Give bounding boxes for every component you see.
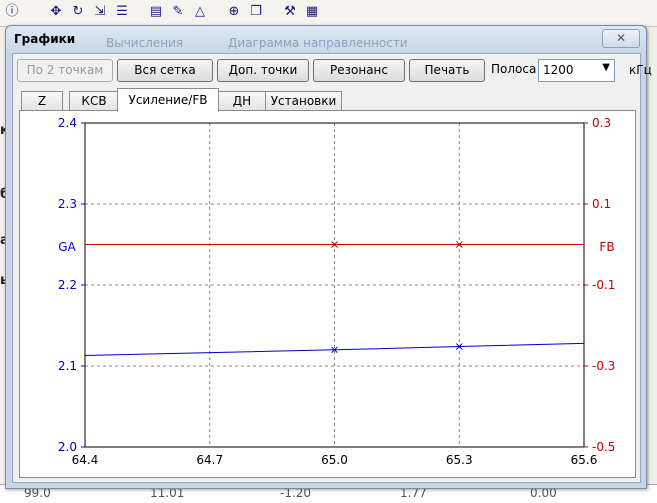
window-title: Графики	[14, 32, 76, 46]
tab-z[interactable]: Z	[21, 91, 63, 111]
tab-swr[interactable]: КСВ	[69, 91, 119, 111]
right-tick-label: -0.1	[592, 278, 615, 292]
segments-icon[interactable]: ☰	[114, 4, 130, 20]
left-tick-label: 2.2	[58, 278, 77, 292]
x-tick-label: 65.3	[446, 453, 473, 467]
left-tick-label: 2.1	[58, 359, 77, 373]
extra-points-button[interactable]: Доп. точки	[217, 59, 309, 82]
move-icon[interactable]: ✥	[48, 4, 64, 20]
resize-icon[interactable]: ⇲	[92, 4, 108, 20]
copy-icon[interactable]: ❐	[248, 4, 264, 20]
right-axis-label: FB	[599, 240, 614, 254]
draw-icon[interactable]: ✎	[170, 4, 186, 20]
target-icon[interactable]: ⊕	[226, 4, 242, 20]
gain-fb-chart-panel: 64.4 64.7 65.0 65.3 65.6 2.4 2.3 2.2 2.1 2.0 0.3 0.…	[19, 110, 636, 478]
right-tick-label: 0.1	[592, 197, 611, 211]
left-tick-label: 2.4	[58, 116, 77, 130]
left-tick-label: 2.0	[58, 440, 77, 454]
background-toolbar: ⓘ ✥ ↻ ⇲ ☰ ▤ ✎ △ ⊕ ❐ ⚒ ▦	[0, 0, 657, 27]
band-label: Полоса	[491, 62, 537, 76]
chevron-down-icon[interactable]: ▼	[602, 62, 610, 73]
right-tick-label: -0.3	[592, 359, 615, 373]
band-value: 1200	[543, 63, 574, 77]
background-tab: Диаграмма направленности	[228, 36, 408, 50]
background-tab: Вычисления	[106, 36, 184, 50]
rotate-icon[interactable]: ↻	[70, 4, 86, 20]
x-tick-label: 65.6	[571, 453, 598, 467]
window-titlebar[interactable]: Вычисления Диаграмма направленности Граф…	[6, 26, 646, 52]
tab-settings[interactable]: Установки	[265, 91, 342, 111]
document-icon[interactable]: ▤	[148, 4, 164, 20]
two-points-button[interactable]: По 2 точкам	[17, 59, 113, 82]
info-icon[interactable]: ⓘ	[4, 4, 20, 20]
print-button[interactable]: Печать	[409, 59, 485, 82]
left-tick-label: 2.3	[58, 197, 77, 211]
band-select[interactable]: 1200 ▼	[538, 59, 615, 82]
graphs-window: Вычисления Диаграмма направленности Граф…	[5, 25, 652, 489]
tab-gain-fb[interactable]: Усиление/FB	[117, 88, 219, 112]
tab-pattern[interactable]: ДН	[217, 91, 267, 111]
gain-fb-chart: 64.4 64.7 65.0 65.3 65.6 2.4 2.3 2.2 2.1 2.0 0.3 0.…	[58, 116, 616, 467]
calculator-icon[interactable]: ▦	[304, 4, 320, 20]
window-client-area: По 2 точкам Вся сетка Доп. точки Резонан…	[12, 53, 652, 483]
triangle-icon[interactable]: △	[192, 4, 208, 20]
right-tick-label: -0.5	[592, 440, 615, 454]
x-tick-label: 65.0	[321, 453, 348, 467]
full-grid-button[interactable]: Вся сетка	[117, 59, 213, 82]
left-axis-label: GA	[58, 240, 76, 254]
close-icon: ✕	[615, 31, 627, 45]
right-tick-label: 0.3	[592, 116, 611, 130]
band-unit: кГц	[629, 63, 652, 77]
x-tick-label: 64.7	[196, 453, 223, 467]
resonance-button[interactable]: Резонанс	[313, 59, 405, 82]
close-button[interactable]: ✕	[602, 29, 640, 48]
tools-icon[interactable]: ⚒	[282, 4, 298, 20]
x-tick-label: 64.4	[72, 453, 99, 467]
